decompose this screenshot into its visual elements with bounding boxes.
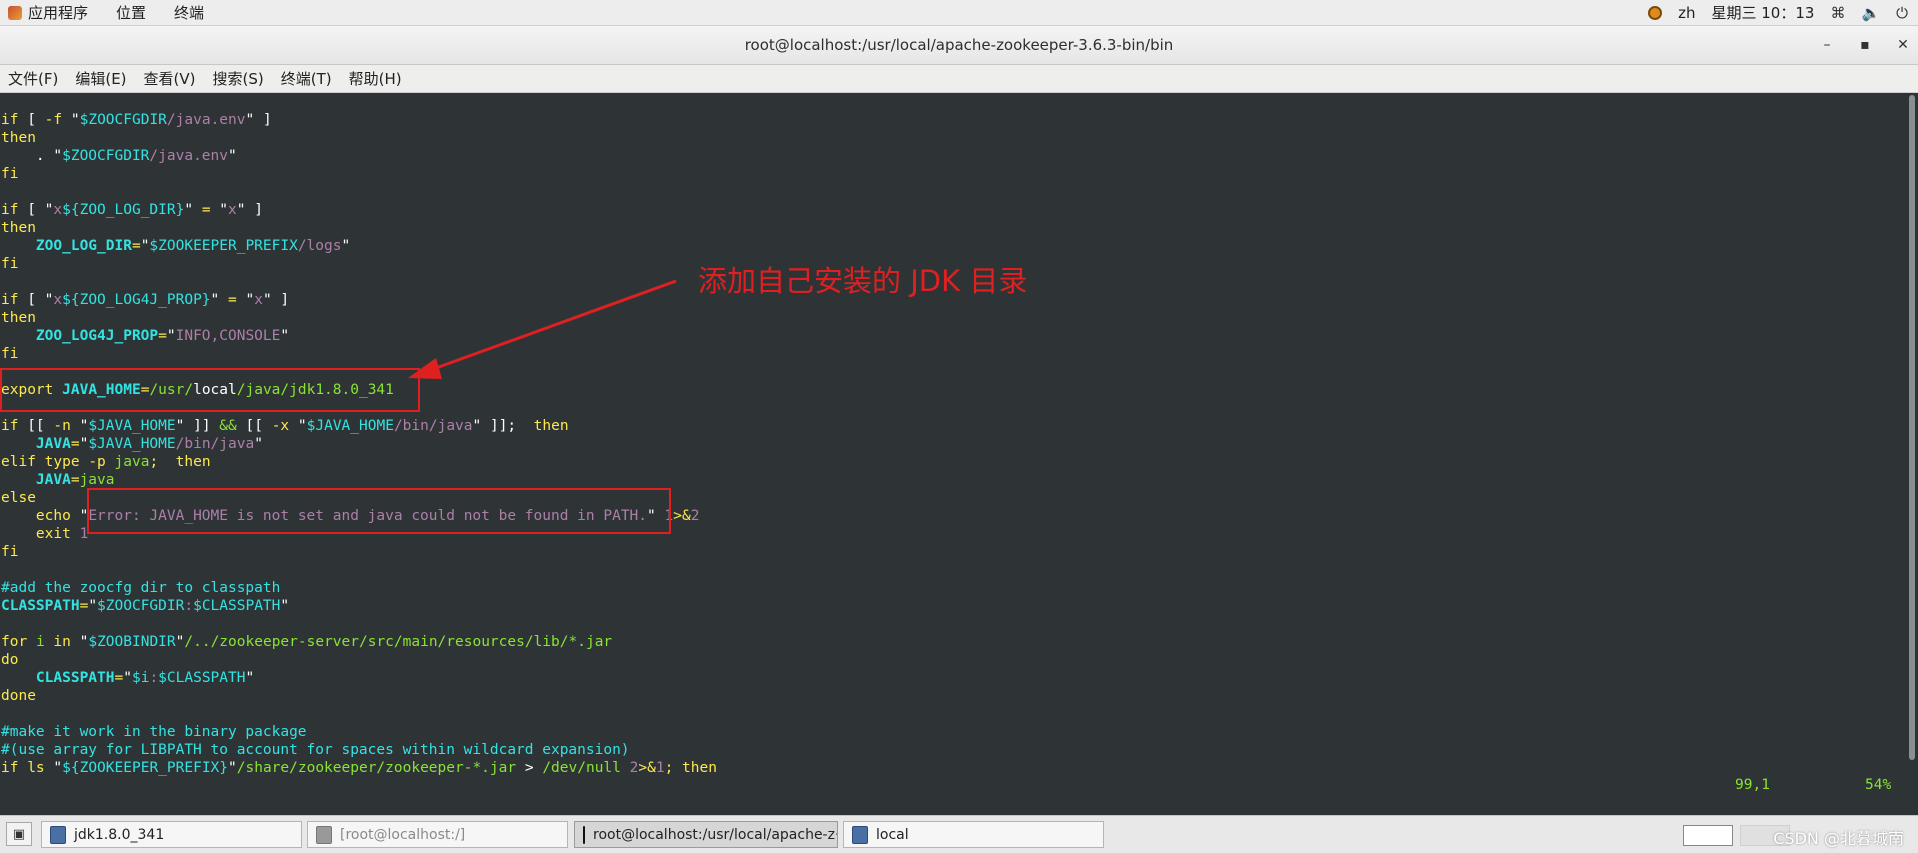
menu-search[interactable]: 搜索(S) [213, 68, 264, 89]
terminal-icon [316, 825, 332, 844]
applications-menu[interactable]: 应用程序 [8, 2, 88, 23]
folder-icon [852, 825, 868, 844]
terminal-line: fi [1, 166, 19, 182]
workspace-1[interactable] [1683, 825, 1733, 846]
close-button[interactable]: ✕ [1896, 37, 1910, 53]
terminal-line: CLASSPATH="$ZOOCFGDIR:$CLASSPATH" [1, 598, 290, 614]
network-icon[interactable]: ⌘ [1830, 4, 1845, 22]
task-label: root@localhost:/usr/local/apache-z··· [593, 826, 838, 843]
terminal-line: #make it work in the binary package [1, 724, 307, 740]
terminal-line: for i in "$ZOOBINDIR"/../zookeeper-serve… [1, 634, 613, 650]
terminal-line: else [1, 490, 36, 506]
task-local-folder[interactable]: local [843, 821, 1104, 848]
task-label: [root@localhost:/] [340, 826, 466, 843]
task-zookeeper-terminal[interactable]: root@localhost:/usr/local/apache-z··· [574, 821, 838, 848]
menu-file[interactable]: 文件(F) [8, 68, 58, 89]
window-controls: – ▪ ✕ [1820, 26, 1910, 64]
terminal-line: ZOO_LOG_DIR="$ZOOKEEPER_PREFIX/logs" [35, 238, 351, 254]
terminal-line: ZOO_LOG4J_PROP="INFO,CONSOLE" [35, 328, 290, 344]
menu-view[interactable]: 查看(V) [144, 68, 196, 89]
window-title: root@localhost:/usr/local/apache-zookeep… [744, 36, 1174, 54]
terminal-line: CLASSPATH="$i:$CLASSPATH" [35, 670, 255, 686]
terminal-line: if [[ -n "$JAVA_HOME" ]] && [[ -x "$JAVA… [1, 418, 569, 434]
terminal-output[interactable]: if [ -f "$ZOOCFGDIR/java.env" ] then . "$… [0, 93, 1906, 811]
terminal-menubar: 文件(F) 编辑(E) 查看(V) 搜索(S) 终端(T) 帮助(H) [0, 65, 1918, 93]
task-label: local [876, 826, 909, 843]
task-label: jdk1.8.0_341 [74, 826, 165, 843]
terminal-line: if ls "${ZOOKEEPER_PREFIX}"/share/zookee… [1, 760, 717, 776]
system-tray: zh 星期三 10：13 ⌘ 🔈 ⏻ [1648, 0, 1908, 25]
menu-help[interactable]: 帮助(H) [349, 68, 402, 89]
terminal-scrollbar[interactable] [1906, 93, 1918, 811]
error-message-highlight-box [87, 488, 671, 534]
applications-icon [8, 5, 22, 20]
vim-cursor-position: 99,1 [1735, 777, 1770, 793]
places-menu[interactable]: 位置 [116, 2, 146, 23]
terminal-line: then [1, 130, 36, 146]
volume-icon[interactable]: 🔈 [1861, 4, 1880, 22]
terminal-line: exit 1 [35, 526, 89, 542]
power-icon[interactable]: ⏻ [1896, 4, 1908, 22]
folder-icon [50, 825, 66, 844]
terminal-icon [583, 825, 585, 844]
top-panel: 应用程序 位置 终端 zh 星期三 10：13 ⌘ 🔈 ⏻ [0, 0, 1918, 26]
terminal-line: fi [1, 256, 19, 272]
annotation-label: 添加自己安装的 JDK 目录 [698, 264, 1028, 298]
terminal-line: #add the zoocfg dir to classpath [1, 580, 281, 596]
minimize-button[interactable]: – [1820, 37, 1834, 53]
terminal-app-menu[interactable]: 终端 [174, 2, 204, 23]
terminal-line: JAVA="$JAVA_HOME/bin/java" [35, 436, 263, 452]
taskbar: ▣ jdk1.8.0_341 [root@localhost:/] root@l… [0, 815, 1918, 853]
input-language[interactable]: zh [1678, 4, 1695, 22]
terminal-line: if [ "x${ZOO_LOG4J_PROP}" = "x" ] [1, 292, 290, 308]
maximize-button[interactable]: ▪ [1858, 37, 1872, 53]
terminal-line: if [ -f "$ZOOCFGDIR/java.env" ] [1, 112, 272, 128]
vim-scroll-percent: 54% [1865, 777, 1892, 793]
terminal-line: done [1, 688, 36, 704]
clock[interactable]: 星期三 10：13 [1711, 2, 1814, 23]
terminal-line: elif type -p java; then [1, 454, 211, 470]
terminal-line: . "$ZOOCFGDIR/java.env" [1, 148, 237, 164]
terminal-app-label: 终端 [174, 4, 205, 22]
terminal-line: fi [1, 544, 19, 560]
terminal-line: fi [1, 346, 19, 362]
scrollbar-thumb[interactable] [1909, 95, 1915, 760]
show-desktop-button[interactable]: ▣ [6, 822, 32, 846]
terminal-line: if [ "x${ZOO_LOG_DIR}" = "x" ] [1, 202, 263, 218]
terminal-line: then [1, 220, 36, 236]
task-root-terminal[interactable]: [root@localhost:/] [307, 821, 568, 848]
accessibility-icon[interactable] [1648, 5, 1663, 20]
menu-edit[interactable]: 编辑(E) [75, 68, 126, 89]
terminal-line: #(use array for LIBPATH to account for s… [1, 742, 630, 758]
applications-label: 应用程序 [28, 4, 89, 22]
window-titlebar[interactable]: root@localhost:/usr/local/apache-zookeep… [0, 26, 1918, 65]
watermark: CSDN @北暮城南 [1773, 829, 1904, 848]
task-jdk-folder[interactable]: jdk1.8.0_341 [41, 821, 302, 848]
places-label: 位置 [116, 4, 147, 22]
terminal-line: then [1, 310, 36, 326]
terminal-line: do [1, 652, 19, 668]
terminal-line: JAVA=java [35, 472, 115, 488]
java-home-highlight-box [0, 368, 420, 412]
menu-terminal[interactable]: 终端(T) [281, 68, 332, 89]
